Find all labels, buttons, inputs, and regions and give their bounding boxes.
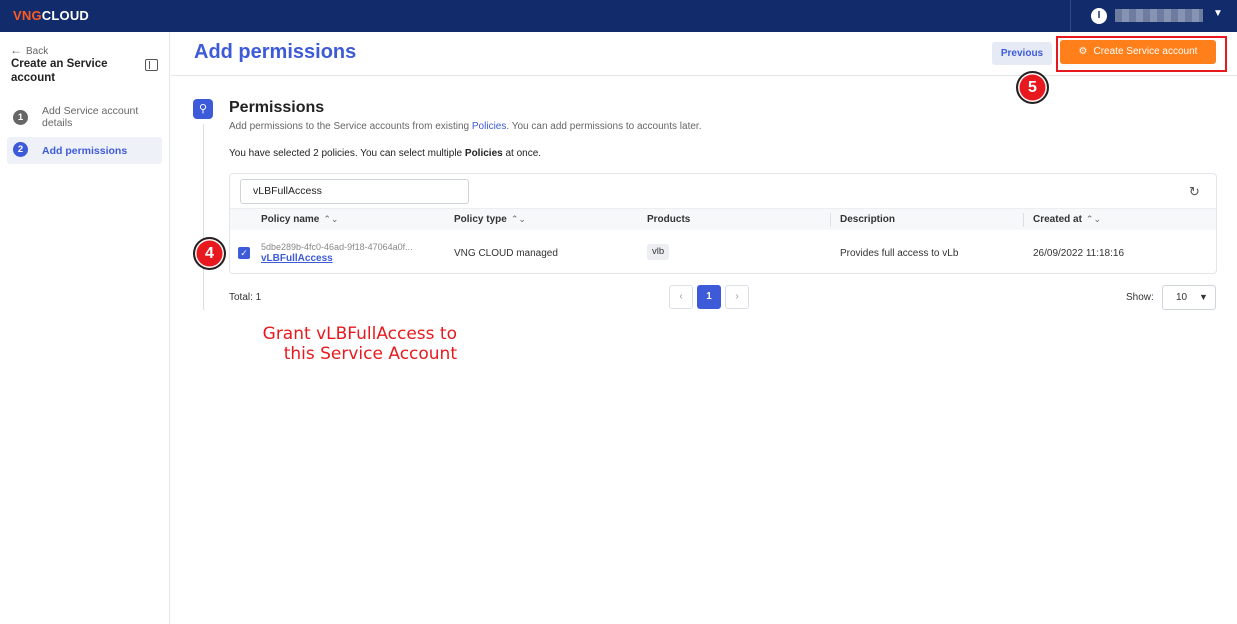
sort-icon: ⌃⌄ — [1085, 214, 1101, 224]
key-icon: ⚲ — [193, 99, 213, 119]
column-description: Description — [840, 214, 896, 225]
selection-note: You have selected 2 policies. You can se… — [229, 148, 542, 159]
user-avatar: I — [1091, 8, 1107, 24]
collapse-sidebar-icon[interactable] — [145, 59, 158, 71]
page-size-select[interactable]: 10 ▼ — [1162, 285, 1216, 310]
user-name-redacted — [1115, 9, 1203, 22]
page-title: Add permissions — [194, 41, 357, 63]
step-label: Add permissions — [42, 145, 128, 157]
policy-id: 5dbe289b-4fc0-46ad-9f18-47064a0f... — [261, 242, 413, 252]
policy-name-link[interactable]: vLBFullAccess — [261, 253, 333, 264]
previous-button[interactable]: Previous — [992, 42, 1052, 65]
step-marker-5: 5 — [1016, 71, 1049, 104]
arrow-left-icon: ← — [10, 43, 22, 57]
back-link[interactable]: ← Back — [10, 43, 48, 57]
step-number: 2 — [13, 142, 28, 157]
wizard-sidebar: ← Back Create an Service account 1 Add Se… — [0, 32, 170, 624]
vng-cloud-logo[interactable]: VNGCLOUD — [13, 8, 89, 23]
row-checkbox[interactable]: ✓ — [238, 247, 250, 259]
policy-type: VNG CLOUD managed — [454, 248, 558, 259]
annotation-note: Grant vLBFullAccess to this Service Acco… — [262, 324, 457, 364]
create-service-account-button[interactable]: ⚙ Create Service account — [1060, 40, 1216, 64]
user-gear-icon: ⚙ — [1078, 46, 1088, 57]
total-count: Total: 1 — [229, 292, 262, 303]
page-1-button[interactable]: 1 — [697, 285, 721, 309]
page-header: Add permissions Previous ⚙ Create Service… — [171, 32, 1237, 76]
policy-table-card: vLBFullAccess ↻ Policy name ⌃⌄ Policy typ… — [229, 173, 1217, 274]
table-row[interactable]: ✓ 5dbe289b-4fc0-46ad-9f18-47064a0f... vL… — [230, 231, 1216, 273]
sort-icon: ⌃⌄ — [510, 214, 526, 224]
prev-page-button[interactable]: ‹ — [669, 285, 693, 309]
step-number: 1 — [13, 110, 28, 125]
policies-link[interactable]: Policies — [472, 121, 506, 132]
top-navbar: VNGCLOUD I ▼ — [0, 0, 1237, 32]
column-policy-name[interactable]: Policy name ⌃⌄ — [261, 214, 338, 225]
page-size-label: Show: — [1126, 292, 1154, 303]
refresh-icon[interactable]: ↻ — [1189, 184, 1200, 200]
permissions-subtitle: Add permissions to the Service accounts … — [229, 121, 702, 132]
step-marker-4: 4 — [193, 237, 226, 270]
sidebar-title: Create an Service account — [11, 58, 108, 84]
column-created-at[interactable]: Created at ⌃⌄ — [1033, 214, 1101, 225]
column-divider — [830, 213, 831, 227]
product-tag: vlb — [647, 244, 670, 260]
policy-description: Provides full access to vLb — [840, 248, 959, 259]
permissions-title: Permissions — [229, 99, 325, 116]
step-add-service-account-details[interactable]: 1 Add Service account details — [7, 102, 162, 132]
column-products: Products — [647, 214, 691, 225]
create-label: Create Service account — [1093, 46, 1198, 57]
user-menu[interactable]: I ▼ — [1070, 0, 1237, 32]
chevron-down-icon: ▼ — [1199, 292, 1208, 302]
section-timeline — [203, 124, 204, 310]
table-header: Policy name ⌃⌄ Policy type ⌃⌄ Products Des… — [230, 208, 1216, 230]
next-page-button[interactable]: › — [725, 285, 749, 309]
step-add-permissions[interactable]: 2 Add permissions — [7, 137, 162, 164]
column-policy-type[interactable]: Policy type ⌃⌄ — [454, 214, 526, 225]
policy-search-input[interactable]: vLBFullAccess — [240, 179, 469, 204]
chevron-down-icon[interactable]: ▼ — [1213, 8, 1223, 19]
policy-created-at: 26/09/2022 11:18:16 — [1033, 248, 1125, 259]
sort-icon: ⌃⌄ — [323, 214, 339, 224]
step-label: Add Service account details — [42, 105, 139, 129]
column-divider — [1023, 213, 1024, 227]
back-label: Back — [26, 46, 49, 57]
